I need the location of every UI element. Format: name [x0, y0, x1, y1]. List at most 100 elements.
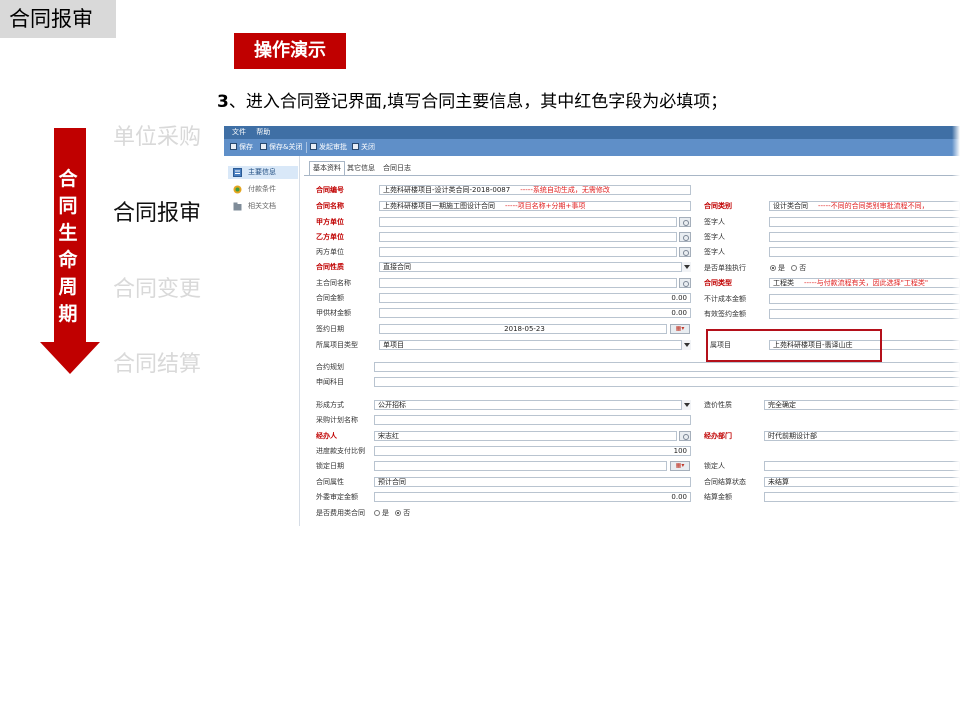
lock-date-label: 锁定日期 [316, 462, 344, 470]
lifecycle-char: 生 [58, 222, 78, 244]
menu-file[interactable]: 文件 [232, 126, 246, 139]
progress-field[interactable]: 100 [374, 446, 691, 456]
radio-yes-label: 是 [778, 264, 785, 272]
locker-field[interactable] [764, 461, 960, 471]
contract-no-note: -----系统自动生成，无需修改 [520, 186, 610, 194]
sidebar-item-label: 付款条件 [248, 185, 276, 193]
signer-2-field[interactable] [769, 232, 960, 242]
nature-value: 直接合同 [383, 263, 411, 271]
form-dropdown-icon[interactable] [681, 400, 691, 410]
save-close-icon [260, 143, 267, 150]
save-icon [230, 143, 237, 150]
contract-name-note: -----项目名称+分期+事项 [505, 202, 586, 210]
calendar-icon[interactable]: ▦▾ [670, 324, 690, 334]
tab-other-info[interactable]: 其它信息 [347, 162, 375, 175]
folder-icon [233, 202, 242, 211]
lock-date-field[interactable] [374, 461, 667, 471]
party-b-label: 乙方单位 [316, 233, 344, 241]
contract-type-field[interactable]: 工程类 -----与付款流程有关，因此选择"工程类" [769, 278, 960, 288]
excl-cost-field[interactable] [769, 294, 960, 304]
sidebar-item-payment-terms[interactable]: 付款条件 [228, 183, 298, 196]
save-close-button[interactable]: 保存&关闭 [260, 142, 302, 153]
project-type-label: 所属项目类型 [316, 341, 358, 349]
amount-field[interactable]: 0.00 [379, 293, 691, 303]
tab-contract-log[interactable]: 合同日志 [383, 162, 411, 175]
contract-name-field[interactable]: 上苑科研楼项目一期施工图设计合同 -----项目名称+分期+事项 [379, 201, 691, 211]
party-a-field[interactable] [379, 217, 677, 227]
signer-1-field[interactable] [769, 217, 960, 227]
screenshot-edge-fade [952, 126, 960, 526]
demo-badge: 操作演示 [234, 33, 346, 69]
attr-value: 预计合同 [378, 478, 406, 486]
signer-1-label: 签字人 [704, 218, 725, 226]
valid-amount-field[interactable] [769, 309, 960, 319]
sign-date-label: 签约日期 [316, 325, 344, 333]
party-b-picker-icon[interactable] [679, 232, 691, 242]
party-c-label: 丙方单位 [316, 248, 344, 256]
party-b-field[interactable] [379, 232, 677, 242]
close-label: 关闭 [361, 143, 375, 151]
contract-type-note: -----与付款流程有关，因此选择"工程类" [804, 279, 929, 287]
plan-label: 合约规划 [316, 363, 344, 371]
fee-contract-radio-group: 是 否 [370, 508, 410, 518]
save-button[interactable]: 保存 [230, 142, 253, 153]
toolbar: 保存 保存&关闭 发起审批 关闭 [224, 139, 960, 156]
payment-icon [233, 185, 242, 194]
dept-field[interactable]: 时代前期设计部 [764, 431, 960, 441]
menu-help[interactable]: 帮助 [256, 126, 270, 139]
project-type-select[interactable]: 单项目 [379, 340, 691, 350]
lifecycle-char: 期 [58, 303, 78, 325]
contract-type-label: 合同类型 [704, 279, 732, 287]
radio-no[interactable] [791, 265, 798, 271]
step-contract-settlement: 合同结算 [113, 352, 202, 377]
signer-3-field[interactable] [769, 247, 960, 257]
settle-amount-field[interactable] [764, 492, 960, 502]
price-label: 造价性质 [704, 401, 732, 409]
handler-label: 经办人 [316, 432, 337, 440]
party-c-field[interactable] [379, 247, 677, 257]
price-field[interactable]: 完全确定 [764, 400, 960, 410]
progress-label: 进度款支付比例 [316, 447, 365, 455]
sign-date-field[interactable]: 2018-05-23 [379, 324, 667, 334]
fee-radio-no-label: 否 [403, 509, 411, 517]
sidebar-item-main-info[interactable]: 主要信息 [228, 166, 298, 179]
category-field[interactable]: 设计类合同 -----不同的合同类别审批流程不同， [769, 201, 960, 211]
toolbar-separator [306, 142, 307, 153]
radio-no-label: 否 [799, 264, 807, 272]
signer-3-label: 签字人 [704, 248, 725, 256]
lifecycle-char: 同 [58, 195, 78, 217]
plan-field[interactable] [374, 362, 960, 372]
radio-yes[interactable] [770, 265, 776, 271]
contract-no-field[interactable]: 上苑科研楼项目-设计类合同-2018-0087 -----系统自动生成，无需修改 [379, 185, 691, 195]
tab-basic-info[interactable]: 基本资料 [309, 161, 345, 175]
outside-amount-label: 外委审定金额 [316, 493, 358, 501]
handler-field[interactable]: 宋志红 [374, 431, 677, 441]
fee-radio-yes[interactable] [374, 510, 380, 516]
project-type-dropdown-icon[interactable] [681, 340, 691, 350]
main-contract-field[interactable] [379, 278, 677, 288]
supply-amount-field[interactable]: 0.00 [379, 308, 691, 318]
close-button[interactable]: 关闭 [352, 142, 375, 153]
form-select[interactable]: 公开招标 [374, 400, 691, 410]
contract-name-label: 合同名称 [316, 202, 344, 210]
lock-calendar-icon[interactable]: ▦▾ [670, 461, 690, 471]
menu-bar: 文件 帮助 [224, 126, 960, 139]
fee-contract-label: 是否费用类合同 [316, 509, 365, 517]
purchase-plan-field[interactable] [374, 415, 691, 425]
sidebar-item-related-docs[interactable]: 相关文档 [228, 200, 298, 213]
nature-select[interactable]: 直接合同 [379, 262, 691, 272]
main-contract-picker-icon[interactable] [679, 278, 691, 288]
attr-field[interactable]: 预计合同 [374, 477, 691, 487]
settle-status-field[interactable]: 未结算 [764, 477, 960, 487]
submit-approval-button[interactable]: 发起审批 [310, 142, 347, 153]
party-c-picker-icon[interactable] [679, 247, 691, 257]
nature-dropdown-icon[interactable] [681, 262, 691, 272]
outside-amount-field[interactable]: 0.00 [374, 492, 691, 502]
settle-status-value: 未结算 [768, 478, 789, 486]
fee-radio-no[interactable] [395, 510, 402, 516]
contract-type-value: 工程类 [773, 279, 794, 287]
slide-title: 合同报审 [0, 0, 116, 38]
subject-field[interactable] [374, 377, 960, 387]
handler-picker-icon[interactable] [679, 431, 691, 441]
party-a-picker-icon[interactable] [679, 217, 691, 227]
